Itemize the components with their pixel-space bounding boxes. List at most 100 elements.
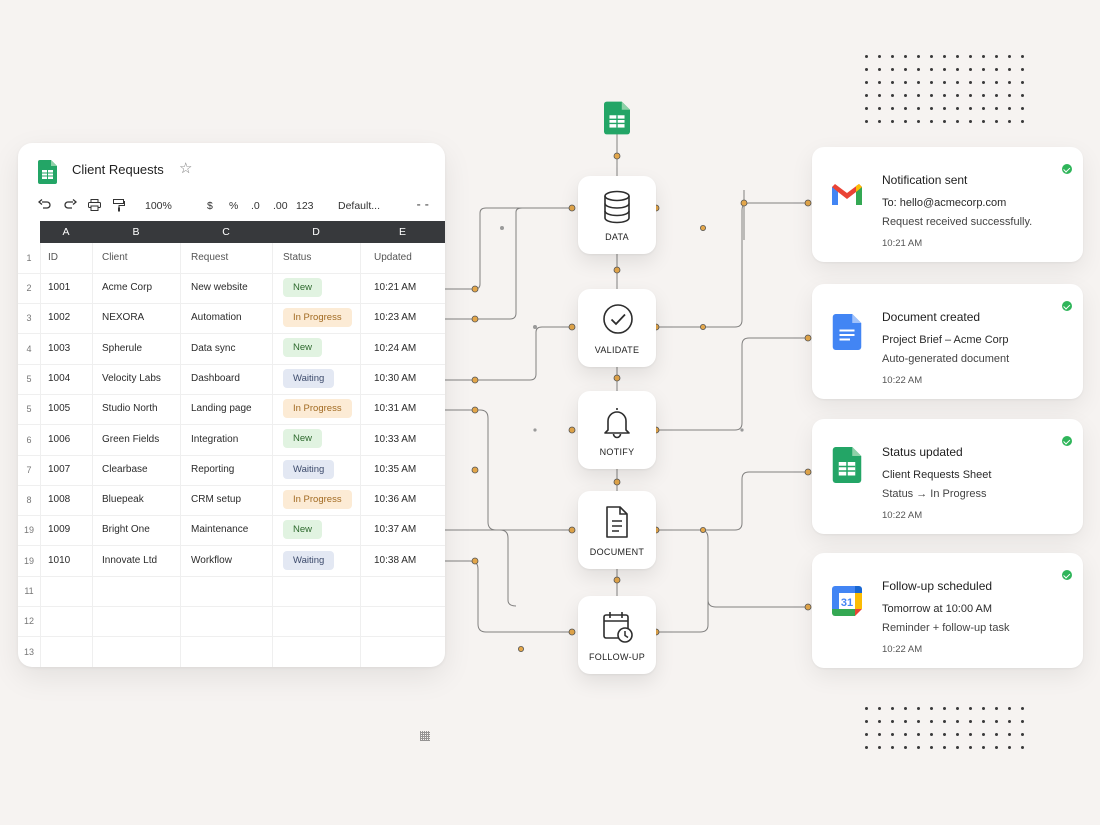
table-row[interactable]: 8 1008 Bluepeak CRM setup In Progress 10:36 A… [18,485,445,517]
header-cell-request[interactable]: Request [191,243,228,273]
cell-status[interactable]: New [283,334,323,364]
paint-format-icon[interactable] [113,199,125,212]
number-format-button[interactable]: 123 [296,199,314,213]
header-cell-status[interactable]: Status [283,243,311,273]
cell-request[interactable]: New website [191,273,248,303]
cell-id[interactable]: 1003 [48,334,70,364]
cell-request[interactable]: CRM setup [191,485,241,515]
percent-format-button[interactable]: % [229,199,238,213]
table-row[interactable]: 7 1007 Clearbase Reporting Waiting 10:35 AM [18,455,445,486]
decrease-decimal-button[interactable]: .0 [251,199,260,213]
table-row[interactable]: 6 1006 Green Fields Integration New 10:33 AM [18,425,445,456]
cell-updated[interactable]: 10:31 AM [374,394,416,424]
cell-client[interactable]: Innovate Ltd [102,546,157,576]
cell-status[interactable]: New [283,515,323,545]
column-header[interactable]: E [360,221,445,243]
table-row[interactable]: 19 1009 Bright One Maintenance New 10:37 AM [18,515,445,547]
row-number[interactable]: 12 [18,606,40,636]
cell-status[interactable]: In Progress [283,303,352,333]
table-row[interactable]: 5 1005 Studio North Landing page In Progress… [18,394,445,426]
empty-row[interactable]: 13 [18,637,445,667]
table-row[interactable]: 19 1010 Innovate Ltd Workflow Waiting 10:38 A… [18,546,445,577]
workflow-node-notify[interactable]: NOTIFY [578,391,656,469]
empty-row[interactable]: 12 [18,606,445,638]
cell-updated[interactable]: 10:30 AM [374,364,416,394]
more-icon[interactable]: ⁃ ⁃ [416,199,429,213]
cell-id[interactable]: 1009 [48,515,70,545]
cell-request[interactable]: Maintenance [191,515,248,545]
row-number[interactable]: 3 [18,303,40,333]
column-header[interactable]: A [40,221,92,243]
workflow-node-document[interactable]: DOCUMENT [578,491,656,569]
card-follow-up-scheduled[interactable]: 31 Follow-up scheduled Tomorrow at 10:00… [812,553,1083,668]
row-number[interactable]: 2 [18,273,40,303]
workflow-node-follow-up[interactable]: FOLLOW-UP [578,596,656,674]
row-number[interactable]: 11 [18,576,40,606]
header-cell-updated[interactable]: Updated [374,243,412,273]
cell-request[interactable]: Integration [191,425,238,455]
cell-updated[interactable]: 10:37 AM [374,515,416,545]
table-row[interactable]: 4 1003 Spherule Data sync New 10:24 AM [18,334,445,365]
cell-request[interactable]: Dashboard [191,364,240,394]
cell-status[interactable]: Waiting [283,364,335,394]
redo-icon[interactable] [64,199,77,211]
cell-client[interactable]: Bluepeak [102,485,144,515]
empty-row[interactable]: 11 [18,576,445,607]
cell-client[interactable]: Green Fields [102,425,159,455]
print-icon[interactable] [88,199,101,211]
card-status-updated[interactable]: Status updated Client Requests Sheet Sta… [812,419,1083,534]
row-number[interactable]: 19 [18,515,40,545]
cell-request[interactable]: Workflow [191,546,232,576]
currency-format-button[interactable]: $ [207,199,213,213]
font-select[interactable]: Default... [338,199,380,213]
cell-client[interactable]: Acme Corp [102,273,152,303]
workflow-node-validate[interactable]: VALIDATE [578,289,656,367]
row-number[interactable]: 8 [18,485,40,515]
cell-id[interactable]: 1008 [48,485,70,515]
row-number[interactable]: 13 [18,637,40,667]
row-number[interactable]: 19 [18,546,40,576]
table-row[interactable]: 2 1001 Acme Corp New website New 10:21 AM [18,273,445,304]
cell-status[interactable]: Waiting [283,455,335,485]
column-header[interactable]: D [272,221,360,243]
cell-status[interactable]: New [283,273,323,303]
cell-updated[interactable]: 10:38 AM [374,546,416,576]
cell-id[interactable]: 1002 [48,303,70,333]
cell-client[interactable]: Spherule [102,334,142,364]
cell-id[interactable]: 1007 [48,455,70,485]
increase-decimal-button[interactable]: .00 [273,199,288,213]
table-row[interactable]: 3 1002 NEXORA Automation In Progress 10:23 AM [18,303,445,335]
undo-icon[interactable] [38,199,51,211]
cell-request[interactable]: Reporting [191,455,234,485]
cell-status[interactable]: Waiting [283,546,335,576]
card-document-created[interactable]: Document created Project Brief – Acme Co… [812,284,1083,399]
cell-updated[interactable]: 10:36 AM [374,485,416,515]
cell-id[interactable]: 1001 [48,273,70,303]
cell-status[interactable]: New [283,425,323,455]
row-number[interactable]: 4 [18,334,40,364]
cell-status[interactable]: In Progress [283,485,352,515]
workflow-node-data[interactable]: DATA [578,176,656,254]
cell-client[interactable]: NEXORA [102,303,144,333]
cell-updated[interactable]: 10:23 AM [374,303,416,333]
cell-updated[interactable]: 10:24 AM [374,334,416,364]
sheet-name[interactable]: Client Requests [72,162,164,177]
cell-status[interactable]: In Progress [283,394,352,424]
star-icon[interactable]: ☆ [179,161,192,177]
header-cell-id[interactable]: ID [48,243,58,273]
cell-id[interactable]: 1005 [48,394,70,424]
cell-updated[interactable]: 10:21 AM [374,273,416,303]
header-cell-client[interactable]: Client [102,243,128,273]
row-number[interactable]: 7 [18,455,40,485]
cell-updated[interactable]: 10:35 AM [374,455,416,485]
cell-client[interactable]: Velocity Labs [102,364,161,394]
cell-id[interactable]: 1010 [48,546,70,576]
row-number[interactable]: 6 [18,425,40,455]
column-header[interactable]: C [180,221,272,243]
row-number[interactable]: 5 [18,364,40,394]
row-number[interactable]: 5 [18,394,40,424]
cell-updated[interactable]: 10:33 AM [374,425,416,455]
cell-request[interactable]: Automation [191,303,242,333]
row-number[interactable]: 1 [18,243,40,273]
table-row[interactable]: 5 1004 Velocity Labs Dashboard Waiting 10:30 … [18,364,445,395]
